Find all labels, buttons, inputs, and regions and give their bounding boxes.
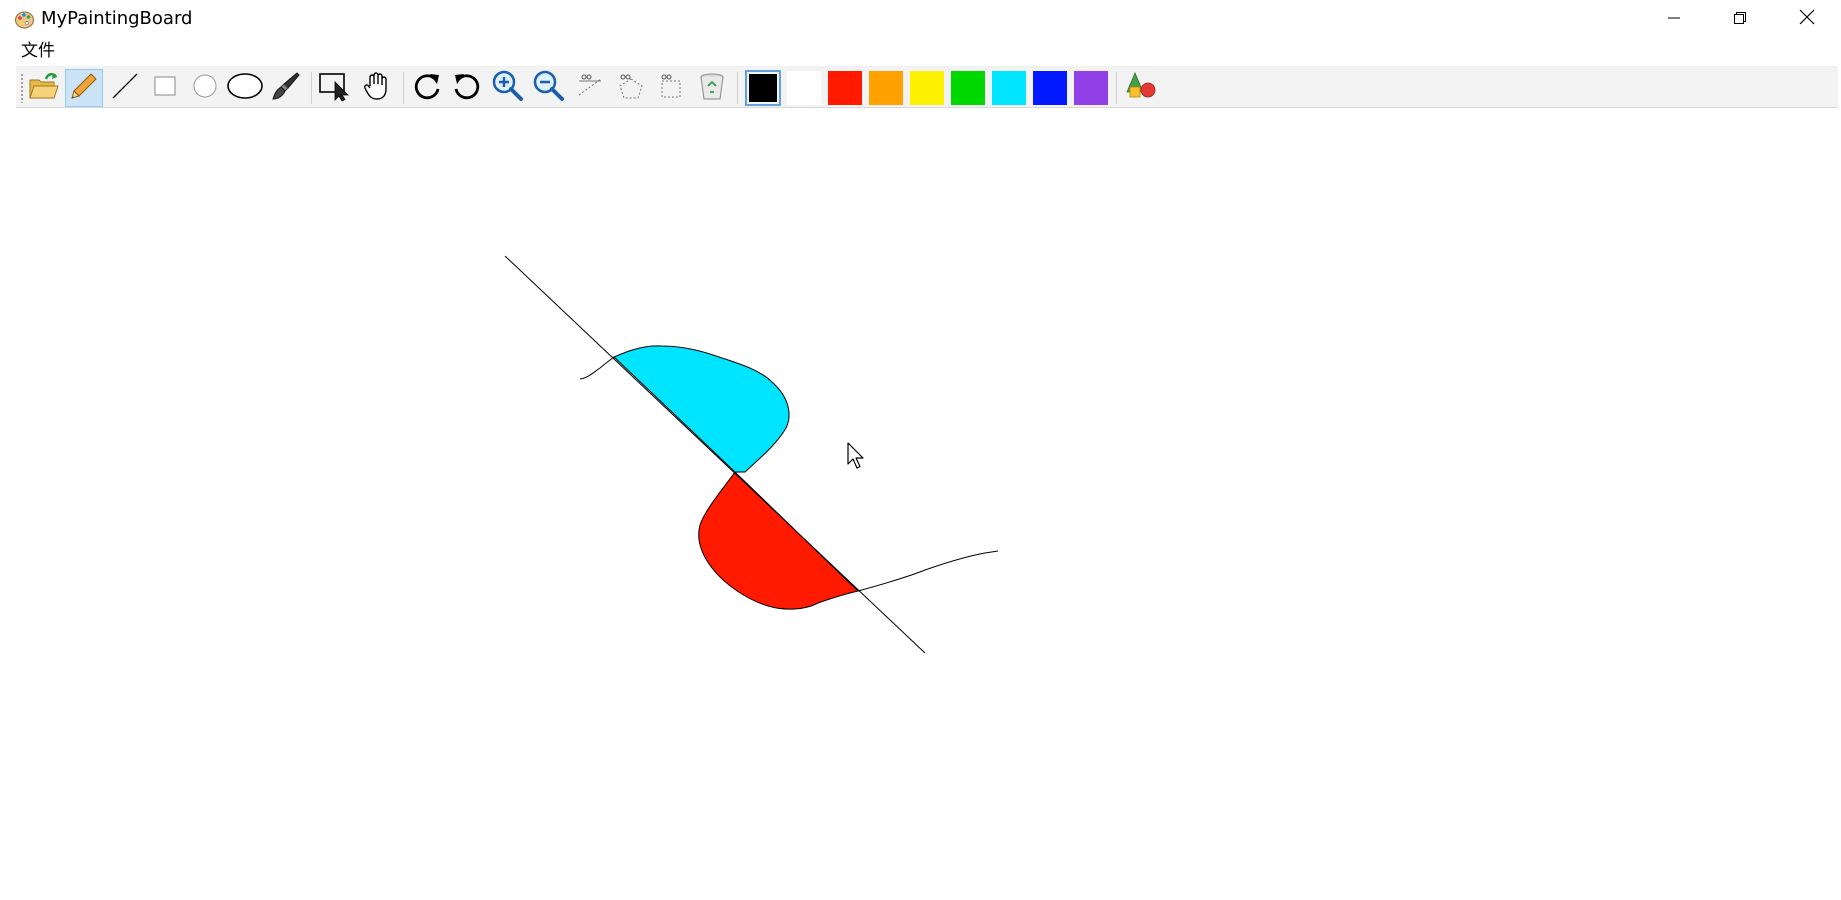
brush-icon bbox=[270, 70, 302, 106]
zoom-in-button[interactable] bbox=[489, 69, 527, 107]
cut-polygon-icon bbox=[616, 71, 646, 105]
swatch-fill bbox=[1074, 71, 1108, 105]
toolbar-separator bbox=[403, 72, 404, 104]
restore-button[interactable] bbox=[1706, 0, 1774, 38]
toolbar-grip[interactable] bbox=[20, 73, 24, 103]
zoom-out-icon bbox=[532, 69, 566, 107]
toolbar-separator bbox=[737, 72, 738, 104]
color-swatch-white[interactable] bbox=[786, 70, 822, 106]
mouse-cursor-icon bbox=[847, 442, 867, 474]
cut-rect-button[interactable] bbox=[652, 69, 690, 107]
menu-file[interactable]: 文件 bbox=[19, 40, 57, 62]
window-title: MyPaintingBoard bbox=[41, 8, 193, 29]
select-icon bbox=[318, 70, 352, 106]
swatch-fill bbox=[828, 71, 862, 105]
close-icon bbox=[1799, 9, 1815, 29]
color-swatch-purple[interactable] bbox=[1073, 70, 1109, 106]
close-button[interactable] bbox=[1773, 0, 1841, 38]
pan-tool-button[interactable] bbox=[357, 69, 395, 107]
swatch-fill bbox=[951, 71, 985, 105]
swatch-fill bbox=[749, 74, 777, 102]
circle-icon bbox=[190, 71, 220, 105]
shapes-3d-icon bbox=[1124, 70, 1158, 106]
pencil-icon bbox=[69, 71, 99, 105]
rectangle-icon bbox=[150, 71, 180, 105]
clear-button[interactable] bbox=[693, 69, 731, 107]
swatch-fill bbox=[869, 71, 903, 105]
toolbar-separator bbox=[1116, 72, 1117, 104]
cut-line-button[interactable] bbox=[571, 69, 609, 107]
app-window: MyPaintingBoard 文件 bbox=[0, 0, 1841, 896]
toolbar-separator bbox=[311, 72, 312, 104]
freehand-stroke-right bbox=[857, 550, 999, 592]
zoom-in-icon bbox=[491, 69, 525, 107]
color-swatch-red[interactable] bbox=[827, 70, 863, 106]
undo-icon bbox=[451, 70, 483, 106]
color-swatch-yellow[interactable] bbox=[909, 70, 945, 106]
color-swatch-green[interactable] bbox=[950, 70, 986, 106]
color-swatch-black[interactable] bbox=[745, 70, 781, 106]
hand-icon bbox=[362, 71, 390, 105]
circle-tool-button[interactable] bbox=[186, 69, 224, 107]
shapes-3d-button[interactable] bbox=[1122, 69, 1160, 107]
zoom-out-button[interactable] bbox=[530, 69, 568, 107]
redo-button[interactable] bbox=[408, 69, 446, 107]
open-folder-icon bbox=[28, 70, 60, 106]
red-filled-shape bbox=[698, 471, 860, 610]
minimize-button[interactable] bbox=[1640, 0, 1708, 38]
swatch-fill bbox=[992, 71, 1026, 105]
rectangle-tool-button[interactable] bbox=[146, 69, 184, 107]
minimize-icon bbox=[1667, 10, 1681, 29]
freehand-stroke-left bbox=[579, 356, 615, 380]
palette-icon bbox=[14, 9, 35, 30]
cut-rect-icon bbox=[656, 71, 686, 105]
brush-tool-button[interactable] bbox=[267, 69, 305, 107]
line-icon bbox=[110, 71, 140, 105]
select-tool-button[interactable] bbox=[316, 69, 354, 107]
restore-icon bbox=[1733, 10, 1747, 29]
line-tool-button[interactable] bbox=[106, 69, 144, 107]
recycle-bin-icon bbox=[696, 70, 728, 106]
swatch-fill bbox=[910, 71, 944, 105]
title-bar[interactable]: MyPaintingBoard bbox=[0, 0, 1841, 38]
undo-button[interactable] bbox=[448, 69, 486, 107]
color-swatch-orange[interactable] bbox=[868, 70, 904, 106]
cyan-filled-shape bbox=[613, 345, 790, 473]
menu-bar: 文件 bbox=[0, 38, 1841, 66]
color-swatch-cyan[interactable] bbox=[991, 70, 1027, 106]
cut-polygon-button[interactable] bbox=[612, 69, 650, 107]
open-button[interactable] bbox=[25, 69, 63, 107]
redo-icon bbox=[411, 70, 443, 106]
ellipse-icon bbox=[226, 71, 264, 105]
swatch-fill bbox=[787, 71, 821, 105]
drawing-canvas[interactable] bbox=[0, 108, 1841, 896]
ellipse-tool-button[interactable] bbox=[226, 69, 264, 107]
canvas-drawing bbox=[504, 255, 999, 654]
pencil-tool-button[interactable] bbox=[65, 69, 103, 107]
swatch-fill bbox=[1033, 71, 1067, 105]
color-swatch-blue[interactable] bbox=[1032, 70, 1068, 106]
cut-line-icon bbox=[575, 71, 605, 105]
toolbar bbox=[16, 66, 1838, 108]
